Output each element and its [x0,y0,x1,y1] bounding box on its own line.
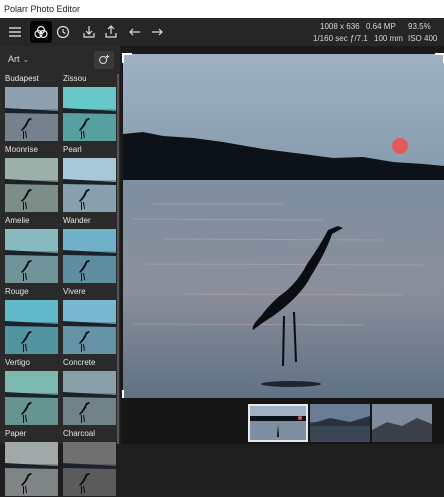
filter-name: Concrete [63,358,96,367]
filter-item[interactable]: Rouge [3,287,59,355]
filter-item[interactable]: Budapest [3,74,59,142]
shutter-speed: 1/160 sec [313,34,348,43]
filters-icon [34,25,48,39]
filter-thumbnail [63,300,116,354]
aperture: ƒ/7.1 [350,34,368,43]
filter-category-label: Art [8,54,20,64]
filter-thumbnail [5,300,58,354]
filter-item[interactable]: Vivere [61,287,117,355]
filter-thumbnail [63,442,116,496]
image-dimensions: 1008 x 636 [320,22,360,31]
filter-item[interactable]: Wander [61,216,117,284]
filmstrip-thumb[interactable] [310,404,370,442]
filter-thumbnail [63,229,116,283]
filmstrip-thumb[interactable] [434,404,444,442]
app-title: Polarr Photo Editor [4,4,81,14]
canvas-area [121,46,444,400]
import-button[interactable] [78,21,100,43]
filter-thumbnail [5,87,58,141]
filter-thumbnail [63,371,116,425]
filmstrip-thumb-image [248,404,308,442]
filter-thumbnail [5,442,58,496]
filter-name: Pearl [63,145,82,154]
filter-name: Amelie [5,216,30,225]
filter-name: Wander [63,216,91,225]
filter-item[interactable]: Zissou [61,74,117,142]
add-filter-button[interactable] [94,51,114,69]
menu-icon [9,27,21,37]
export-icon [105,25,117,38]
zoom-level: 93.5% [408,22,431,31]
filter-thumbnail [5,158,58,212]
filter-name: Charcoal [63,429,96,438]
filter-item[interactable]: Pearl [61,145,117,213]
filmstrip-thumb-image [372,404,432,442]
filmstrip-thumb[interactable] [372,404,432,442]
filter-thumbnail [5,371,58,425]
filter-name: Vertigo [5,358,30,367]
filter-thumbnail [5,229,58,283]
redo-button[interactable] [146,21,168,43]
filter-name: Vivere [63,287,86,296]
image-megapixels: 0.64 MP [366,22,396,31]
filter-item[interactable]: Vertigo [3,358,59,426]
undo-icon [129,28,140,36]
filmstrip-thumb[interactable] [248,404,308,442]
focal-length: 100 mm [374,34,403,43]
crop-handle-top-left[interactable] [122,53,132,63]
history-button[interactable] [52,21,74,43]
filters-button[interactable] [30,21,52,43]
iso-value: ISO 400 [408,34,438,43]
filter-thumbnail [63,158,116,212]
heron-photo [123,54,444,398]
filter-item[interactable]: Paper [3,429,59,497]
sun [392,138,408,154]
filter-name: Zissou [63,74,87,83]
menu-button[interactable] [4,21,26,43]
filter-name: Rouge [5,287,29,296]
sidebar-scrollbar[interactable] [117,74,119,444]
photo-preview[interactable] [123,54,444,398]
filter-name: Budapest [5,74,39,83]
history-icon [56,25,70,39]
title-bar: Polarr Photo Editor [0,0,444,18]
filter-item[interactable]: Amelie [3,216,59,284]
undo-button[interactable] [124,21,146,43]
filter-category-select[interactable]: Art ⌄ [8,54,29,64]
filter-header: Art ⌄ [0,46,120,72]
filter-item[interactable]: Charcoal [61,429,117,497]
export-button[interactable] [100,21,122,43]
filter-thumbnail [63,87,116,141]
redo-icon [152,28,163,36]
filmstrip [121,398,444,444]
filmstrip-thumb-image [310,404,370,442]
filter-item[interactable]: Concrete [61,358,117,426]
import-icon [83,26,95,38]
filter-sidebar: Art ⌄ Budapest Zissou Moonrise Pearl Amelie Wa… [0,46,120,496]
filter-name: Moonrise [5,145,38,154]
crop-handle-top-right[interactable] [435,53,444,63]
filter-item[interactable]: Moonrise [3,145,59,213]
add-filter-icon [99,54,110,64]
filmstrip-thumb-image [434,404,444,442]
filter-name: Paper [5,429,27,438]
chevron-down-icon: ⌄ [22,55,30,64]
